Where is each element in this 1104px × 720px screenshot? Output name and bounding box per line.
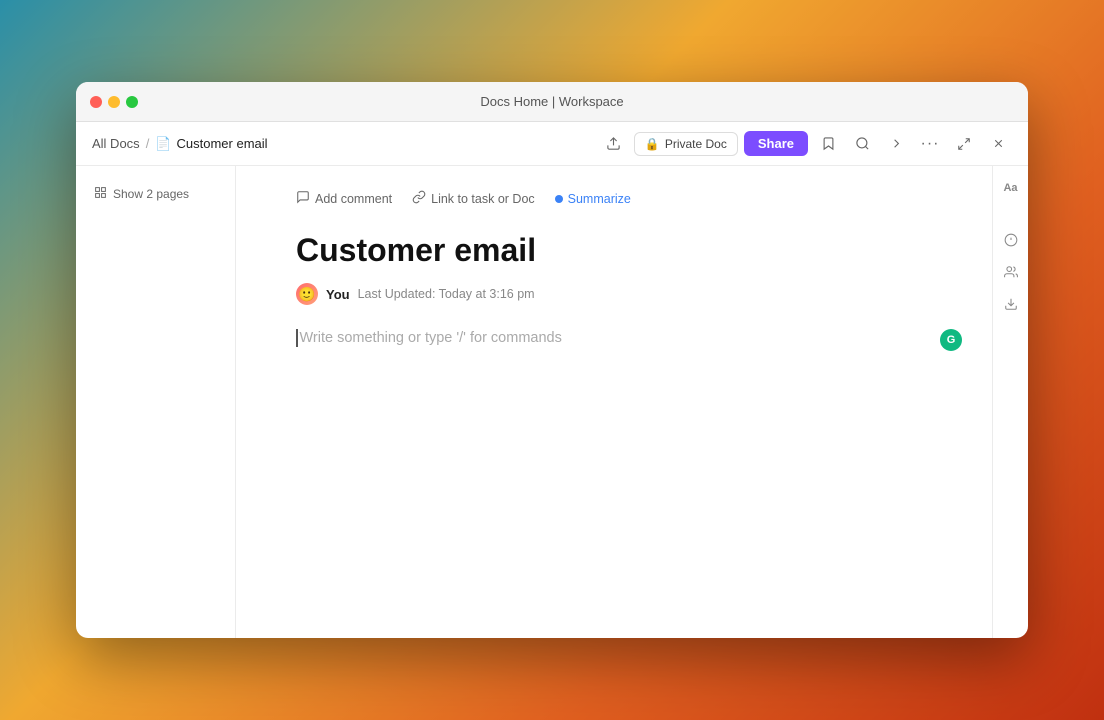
show-pages-button[interactable]: Show 2 pages (88, 182, 223, 206)
document-title: Customer email (296, 231, 932, 269)
content-area: Add comment Link to task or Doc (236, 166, 1028, 638)
titlebar: Docs Home | Workspace (76, 82, 1028, 122)
format-text-icon-btn[interactable]: Aa (997, 174, 1025, 202)
main-layout: Show 2 pages Add comment (76, 166, 1028, 638)
share-button[interactable]: Share (744, 131, 808, 156)
more-icon: ··· (921, 135, 940, 153)
bookmark-icon (821, 136, 836, 151)
pages-icon (94, 186, 107, 202)
show-pages-label: Show 2 pages (113, 187, 189, 201)
private-doc-button[interactable]: 🔒 Private Doc (634, 132, 738, 156)
close-icon (992, 137, 1005, 150)
breadcrumb-all-docs[interactable]: All Docs (92, 136, 140, 151)
avatar: 🙂 (296, 283, 318, 305)
search-icon (855, 136, 870, 151)
current-doc-label: Customer email (177, 136, 268, 151)
avatar-emoji: 🙂 (298, 286, 315, 303)
link-task-label: Link to task or Doc (431, 192, 535, 206)
close-icon-btn[interactable] (984, 130, 1012, 158)
document-meta: 🙂 You Last Updated: Today at 3:16 pm (296, 283, 932, 305)
doc-icon: 📄 (155, 136, 171, 152)
fullscreen-icon (957, 137, 971, 151)
window-title: Docs Home | Workspace (480, 94, 623, 109)
right-sidebar-download-icon-btn[interactable] (997, 290, 1025, 318)
breadcrumb: All Docs / 📄 Customer email (92, 136, 592, 152)
summarize-dot (555, 195, 563, 203)
traffic-lights (76, 96, 138, 108)
doc-toolbar: Add comment Link to task or Doc (296, 186, 932, 211)
more-icon-btn[interactable]: ··· (916, 130, 944, 158)
navigate-icon (889, 136, 904, 151)
add-comment-button[interactable]: Add comment (296, 186, 392, 211)
ai-indicator: G (940, 329, 962, 351)
right-sidebar: Aa (992, 166, 1028, 638)
toolbar: All Docs / 📄 Customer email 🔒 Private Do… (76, 122, 1028, 166)
minimize-button[interactable] (108, 96, 120, 108)
toolbar-actions: 🔒 Private Doc Share (600, 130, 1012, 158)
summarize-label: Summarize (568, 192, 631, 206)
document-last-updated: Last Updated: Today at 3:16 pm (358, 287, 535, 301)
fullscreen-icon-btn[interactable] (950, 130, 978, 158)
app-window: Docs Home | Workspace All Docs / 📄 Custo… (76, 82, 1028, 638)
bookmark-icon-btn[interactable] (814, 130, 842, 158)
text-cursor (296, 329, 298, 347)
add-comment-label: Add comment (315, 192, 392, 206)
document-author: You (326, 287, 350, 302)
editor-input-area[interactable]: Write something or type '/' for commands… (296, 329, 932, 347)
comment-icon (296, 190, 310, 207)
breadcrumb-separator: / (146, 136, 150, 151)
editor-placeholder: Write something or type '/' for commands (300, 331, 562, 347)
link-task-button[interactable]: Link to task or Doc (412, 186, 535, 211)
search-icon-btn[interactable] (848, 130, 876, 158)
sidebar: Show 2 pages (76, 166, 236, 638)
editor[interactable]: Add comment Link to task or Doc (236, 166, 992, 638)
maximize-button[interactable] (126, 96, 138, 108)
link-icon (412, 190, 426, 207)
right-sidebar-share-icon-btn[interactable] (997, 258, 1025, 286)
export-icon (606, 136, 621, 151)
export-icon-btn[interactable] (600, 130, 628, 158)
private-doc-label: Private Doc (665, 137, 727, 151)
breadcrumb-current-doc: 📄 Customer email (155, 136, 267, 152)
arrow-icon-btn[interactable] (882, 130, 910, 158)
close-button[interactable] (90, 96, 102, 108)
right-sidebar-icon-1[interactable] (997, 226, 1025, 254)
lock-icon: 🔒 (645, 137, 660, 151)
summarize-button[interactable]: Summarize (555, 188, 631, 210)
